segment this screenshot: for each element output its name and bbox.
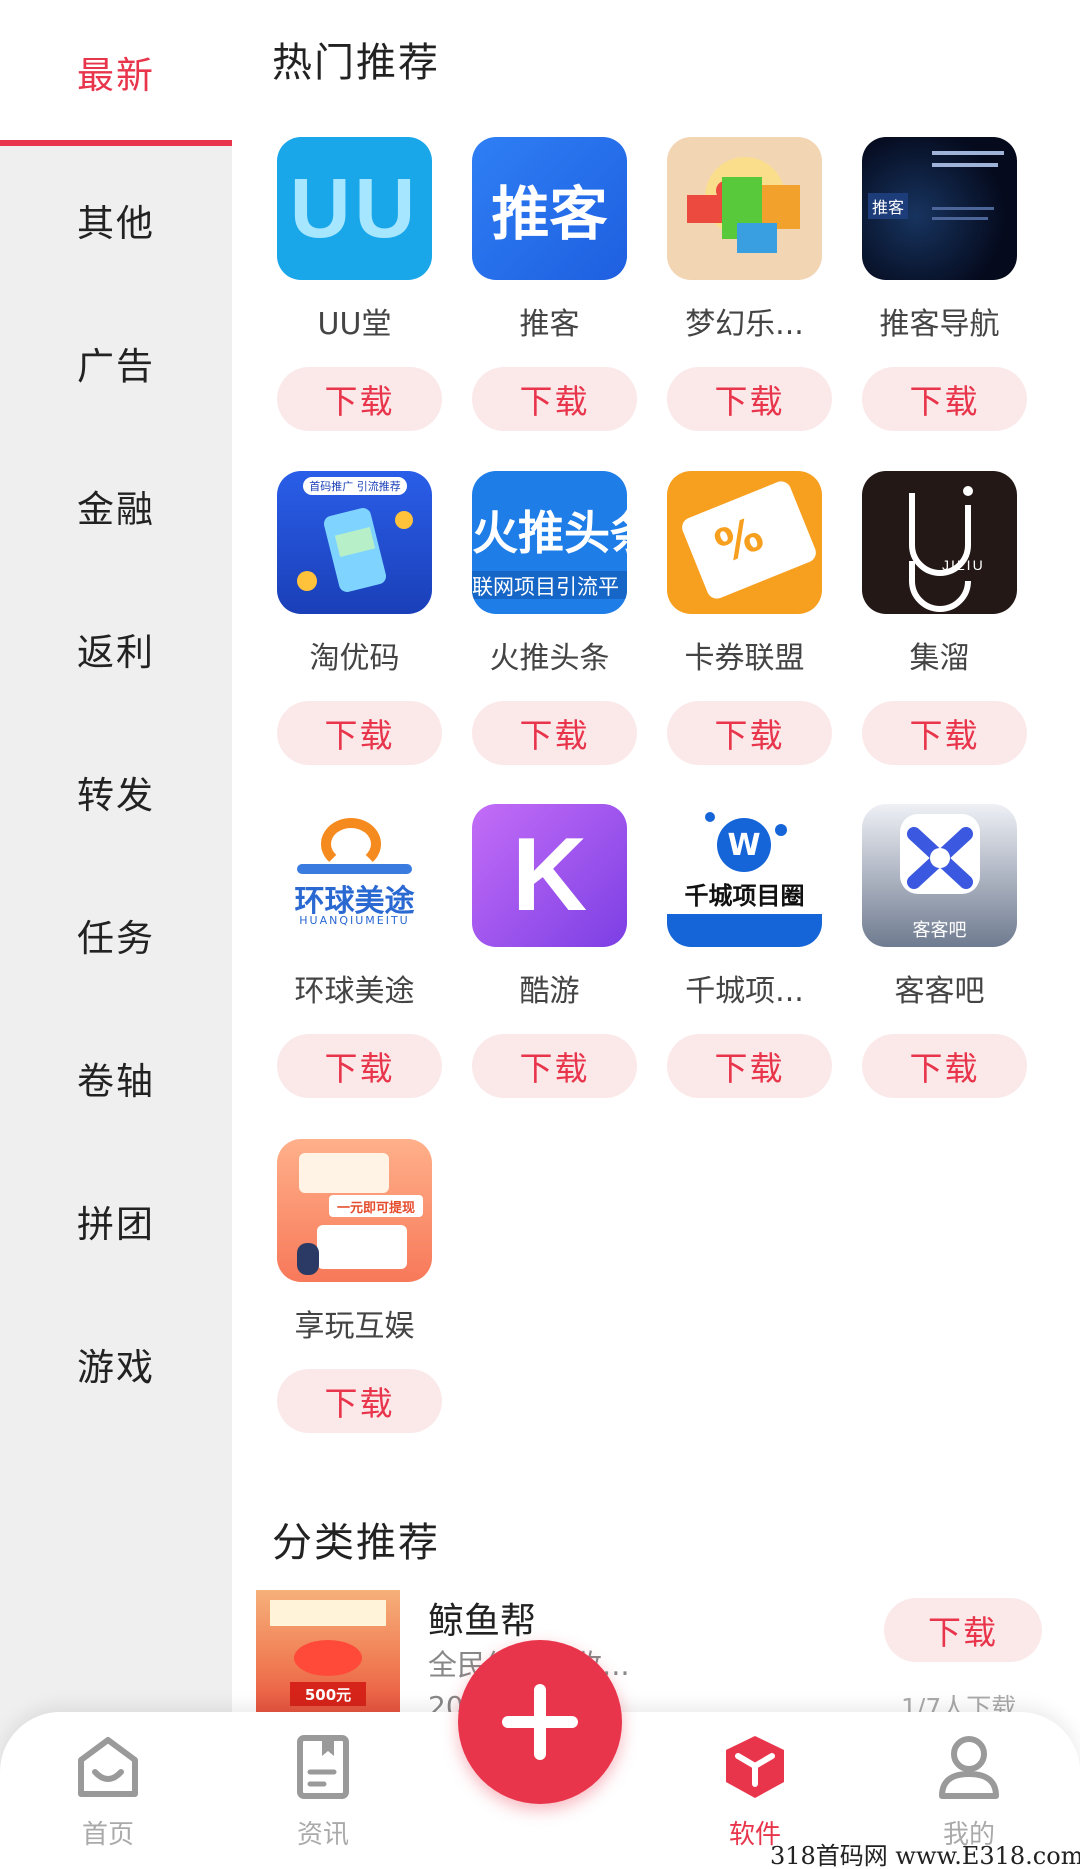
home-icon [73, 1732, 143, 1802]
sidebar-item-label: 转发 [77, 773, 155, 817]
download-button[interactable]: 下载 [277, 1034, 442, 1098]
app-name: 环球美途 [294, 974, 415, 1009]
download-button[interactable]: 下载 [862, 701, 1027, 765]
sidebar-item-label: 卷轴 [77, 1059, 155, 1103]
app-icon-coupon: % [667, 471, 822, 614]
sidebar-item-label: 金融 [77, 487, 155, 531]
app-card-qiancheng[interactable]: W 千城项目圈 千城项... 下载 [647, 804, 832, 1114]
app-icon-kekeba: 客客吧 [862, 804, 1017, 947]
app-name: 淘优码 [309, 641, 400, 676]
sidebar-item-label: 拼团 [77, 1202, 155, 1246]
app-card-tuike-nav[interactable]: 推客 推客导航 下载 [842, 137, 1027, 447]
app-icon-puzzle [667, 137, 822, 280]
profile-icon [934, 1732, 1004, 1802]
app-card-huanqiu[interactable]: 环球美途 HUANQIUMEITU 环球美途 下载 [257, 804, 442, 1114]
category-item-title: 鲸鱼帮 [428, 1601, 537, 1642]
app-name: 集溜 [909, 641, 970, 676]
app-icon-huanqiu: 环球美途 HUANQIUMEITU [277, 804, 432, 947]
app-card-kuyou[interactable]: K 酷游 下载 [452, 804, 637, 1114]
app-name: 推客 [519, 307, 580, 342]
app-card-tuike[interactable]: 推客 推客 下载 [452, 137, 637, 447]
category-list-item[interactable]: 500元 鲸鱼帮 全民红推广收... 20 下载 1/7人下载 [256, 1590, 1080, 1723]
app-icon-uutang: UU [277, 137, 432, 280]
category-item-thumbnail: 500元 [256, 1590, 400, 1720]
sidebar-item-latest[interactable]: 最新 [0, 0, 232, 146]
app-icon-huotui: 火推头条 联网项目引流平 [472, 471, 627, 614]
sidebar-item-task[interactable]: 任务 [0, 863, 232, 1006]
app-name: 千城项... [685, 974, 804, 1009]
sidebar-item-rebate[interactable]: 返利 [0, 577, 232, 720]
sidebar-item-group-buy[interactable]: 拼团 [0, 1149, 232, 1292]
app-card-taoyouma[interactable]: 首码推广 引流推荐 淘优码 下载 [257, 471, 442, 781]
sidebar-item-finance[interactable]: 金融 [0, 434, 232, 577]
app-icon-kuyou: K [472, 804, 627, 947]
sidebar-item-scroll[interactable]: 卷轴 [0, 1006, 232, 1149]
nav-home[interactable]: 首页 [43, 1732, 173, 1857]
app-card-menghuan[interactable]: 梦幻乐... 下载 [647, 137, 832, 447]
app-name: 享玩互娱 [294, 1309, 415, 1344]
sidebar-item-other[interactable]: 其他 [0, 148, 232, 291]
app-icon-tuike-nav: 推客 [862, 137, 1017, 280]
app-icon-jiliu: JILIU [862, 471, 1017, 614]
sidebar-item-forward[interactable]: 转发 [0, 720, 232, 863]
app-icon-tuike: 推客 [472, 137, 627, 280]
app-icon-taoyouma: 首码推广 引流推荐 [277, 471, 432, 614]
sidebar-item-games[interactable]: 游戏 [0, 1292, 232, 1435]
add-button[interactable] [458, 1640, 622, 1804]
sidebar-item-ads[interactable]: 广告 [0, 291, 232, 434]
download-button[interactable]: 下载 [862, 367, 1027, 431]
app-name: 火推头条 [489, 641, 610, 676]
section-title-hot: 热门推荐 [272, 40, 440, 86]
sidebar-item-label: 其他 [77, 201, 155, 245]
app-name: 酷游 [519, 974, 580, 1009]
app-icon-qiancheng: W 千城项目圈 [667, 804, 822, 947]
download-button[interactable]: 下载 [277, 701, 442, 765]
app-card-kekeba[interactable]: 客客吧 客客吧 下载 [842, 804, 1027, 1114]
sidebar-item-label: 返利 [77, 630, 155, 674]
news-icon [288, 1732, 358, 1802]
download-button[interactable]: 下载 [472, 701, 637, 765]
section-title-category: 分类推荐 [272, 1520, 440, 1566]
app-icon-xiangwan: 一元即可提现 [277, 1139, 432, 1282]
watermark: 318首码网 www.E318.com [770, 1842, 1080, 1869]
software-cube-icon [720, 1732, 790, 1802]
sidebar-item-label: 游戏 [77, 1345, 155, 1389]
download-button[interactable]: 下载 [277, 1369, 442, 1433]
nav-label: 资讯 [296, 1820, 349, 1850]
download-button[interactable]: 下载 [884, 1598, 1042, 1662]
download-button[interactable]: 下载 [277, 367, 442, 431]
sidebar-item-label: 最新 [77, 53, 155, 97]
app-card-kaquan[interactable]: % 卡券联盟 下载 [647, 471, 832, 781]
download-button[interactable]: 下载 [667, 701, 832, 765]
sidebar-item-label: 广告 [77, 344, 155, 388]
app-name: 客客吧 [894, 974, 985, 1009]
app-name: 梦幻乐... [685, 307, 804, 342]
download-button[interactable]: 下载 [862, 1034, 1027, 1098]
app-name: 卡券联盟 [684, 641, 805, 676]
app-card-huotui[interactable]: 火推头条 联网项目引流平 火推头条 下载 [452, 471, 637, 781]
download-button[interactable]: 下载 [667, 1034, 832, 1098]
category-sidebar: 最新 其他 广告 金融 返利 转发 任务 卷轴 拼团 游戏 [0, 0, 232, 1869]
download-button[interactable]: 下载 [667, 367, 832, 431]
app-name: 推客导航 [879, 307, 1000, 342]
app-card-jiliu[interactable]: JILIU 集溜 下载 [842, 471, 1027, 781]
download-button[interactable]: 下载 [472, 367, 637, 431]
nav-label: 首页 [81, 1820, 134, 1850]
app-name: UU堂 [317, 307, 392, 342]
download-button[interactable]: 下载 [472, 1034, 637, 1098]
sidebar-item-label: 任务 [77, 916, 155, 960]
nav-news[interactable]: 资讯 [258, 1732, 388, 1857]
app-card-uutang[interactable]: UU UU堂 下载 [257, 137, 442, 447]
app-card-xiangwan[interactable]: 一元即可提现 享玩互娱 下载 [257, 1139, 442, 1449]
